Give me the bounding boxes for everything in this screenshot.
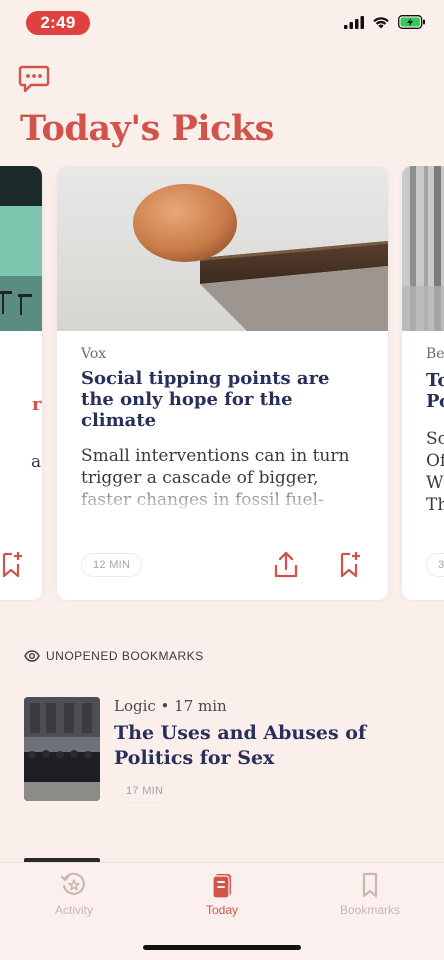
bookmark-add-icon[interactable]: [0, 550, 24, 580]
card-image: [402, 166, 444, 331]
status-time[interactable]: 2:49: [26, 11, 90, 35]
tab-bookmarks[interactable]: Bookmarks: [310, 871, 430, 917]
wifi-icon: [373, 16, 389, 28]
card-description: Sc Of W Th: [426, 429, 444, 515]
read-time-badge: 12 MIN: [81, 553, 143, 577]
card-title[interactable]: To Po: [426, 370, 444, 412]
card-description: Small interventions can in turn trigger …: [81, 445, 368, 515]
card-image: [57, 166, 388, 331]
card-desc-fragment: a: [31, 452, 42, 472]
eye-icon: [24, 650, 40, 662]
bookmark-add-icon[interactable]: [338, 550, 362, 580]
bookmark-thumbnail: [24, 697, 100, 801]
comment-dots-icon[interactable]: [18, 64, 50, 94]
status-bar: 2:49: [0, 0, 444, 48]
bookmark-icon: [362, 872, 378, 898]
bookmark-meta: Logic • 17 min: [114, 697, 227, 715]
card-title-fragment: r: [32, 394, 42, 415]
pick-card-previous[interactable]: r a: [0, 166, 42, 600]
today-card-icon: [212, 874, 231, 899]
card-title[interactable]: Social tipping points are the only hope …: [81, 368, 368, 431]
home-indicator[interactable]: [143, 945, 301, 950]
tab-label: Bookmarks: [339, 903, 401, 917]
pick-card-next[interactable]: Be To Po Sc Of W Th 3: [402, 166, 444, 600]
card-body: Vox Social tipping points are the only h…: [81, 346, 368, 515]
tab-today[interactable]: Today: [162, 871, 282, 917]
pick-card[interactable]: Vox Social tipping points are the only h…: [57, 166, 388, 600]
share-icon[interactable]: [273, 550, 299, 580]
section-header: UNOPENED BOOKMARKS: [24, 649, 204, 663]
picks-carousel[interactable]: r a Vox Social tipping points are the on…: [0, 166, 444, 602]
read-time-badge: 3: [426, 553, 444, 577]
activity-history-icon: [60, 872, 85, 895]
status-icons: [344, 15, 426, 29]
section-title: UNOPENED BOOKMARKS: [46, 649, 204, 663]
tab-activity[interactable]: Activity: [14, 871, 134, 917]
card-source: Be: [426, 346, 444, 362]
bookmark-title[interactable]: The Uses and Abuses of Politics for Sex: [114, 721, 394, 771]
signal-icon: [344, 15, 364, 29]
bookmark-list-item[interactable]: Logic • 17 min The Uses and Abuses of Po…: [24, 697, 424, 803]
card-source: Vox: [81, 346, 107, 362]
battery-charging-icon: [398, 15, 425, 29]
read-time-badge: 17 MIN: [114, 779, 176, 803]
page-title: Today's Picks: [20, 108, 274, 149]
tab-label: Today: [205, 903, 239, 917]
card-image: [0, 166, 42, 331]
tab-label: Activity: [54, 903, 93, 917]
